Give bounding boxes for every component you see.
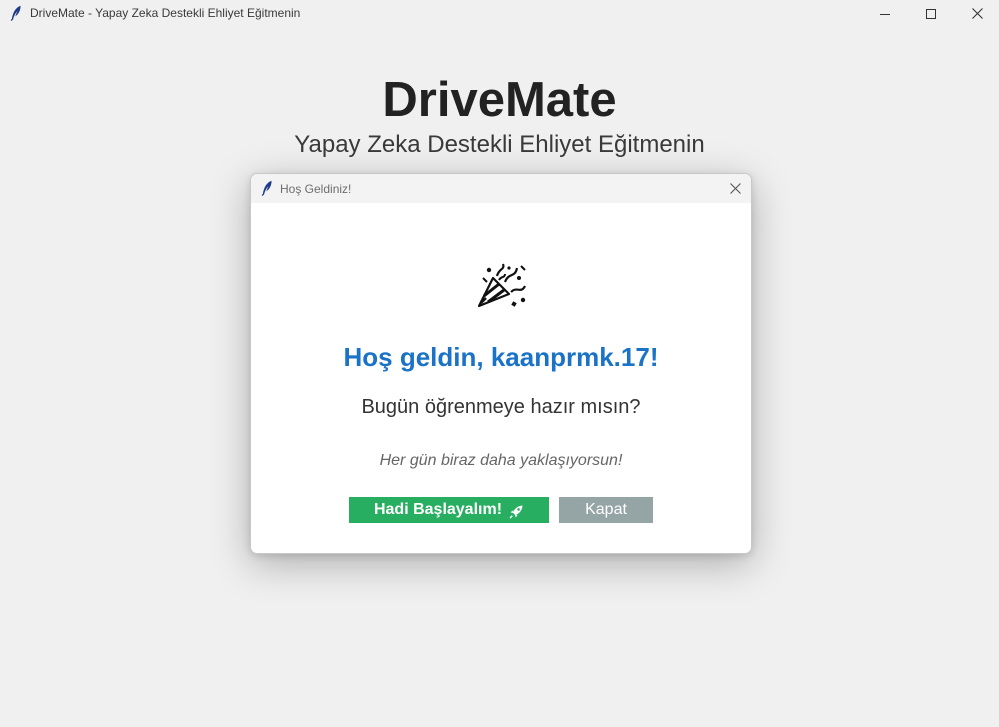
feather-icon xyxy=(261,180,273,196)
minimize-icon xyxy=(880,9,890,19)
window-title: DriveMate - Yapay Zeka Destekli Ehliyet … xyxy=(30,6,301,20)
feather-icon xyxy=(10,5,22,21)
start-button-label: Hadi Başlayalım! xyxy=(373,501,503,518)
start-button[interactable]: Hadi Başlayalım! xyxy=(349,497,549,523)
dialog-close-icon[interactable] xyxy=(725,180,745,196)
dialog-titlebar: Hoş Geldiniz! xyxy=(251,174,751,203)
maximize-button[interactable] xyxy=(908,0,954,27)
rocket-icon xyxy=(508,504,524,520)
welcome-message: Hoş geldin, kaanprmk.17! xyxy=(343,342,659,372)
minimize-button[interactable] xyxy=(862,0,908,27)
party-popper-icon xyxy=(475,262,527,312)
app-subheading: Yapay Zeka Destekli Ehliyet Eğitmenin xyxy=(294,131,705,158)
close-button[interactable] xyxy=(954,0,999,27)
maximize-icon xyxy=(926,8,936,19)
ready-question: Bugün öğrenmeye hazır mısın? xyxy=(361,396,641,418)
window-titlebar: DriveMate - Yapay Zeka Destekli Ehliyet … xyxy=(0,0,999,27)
welcome-dialog: Hoş Geldiniz! Hoş geldin, kaanprmk.17! B… xyxy=(250,173,752,554)
close-icon xyxy=(971,8,983,19)
motivation-text: Her gün biraz daha yaklaşıyorsun! xyxy=(379,452,623,469)
close-dialog-button[interactable]: Kapat xyxy=(559,497,653,523)
dialog-title: Hoş Geldiniz! xyxy=(280,182,352,196)
app-heading: DriveMate xyxy=(382,73,617,127)
